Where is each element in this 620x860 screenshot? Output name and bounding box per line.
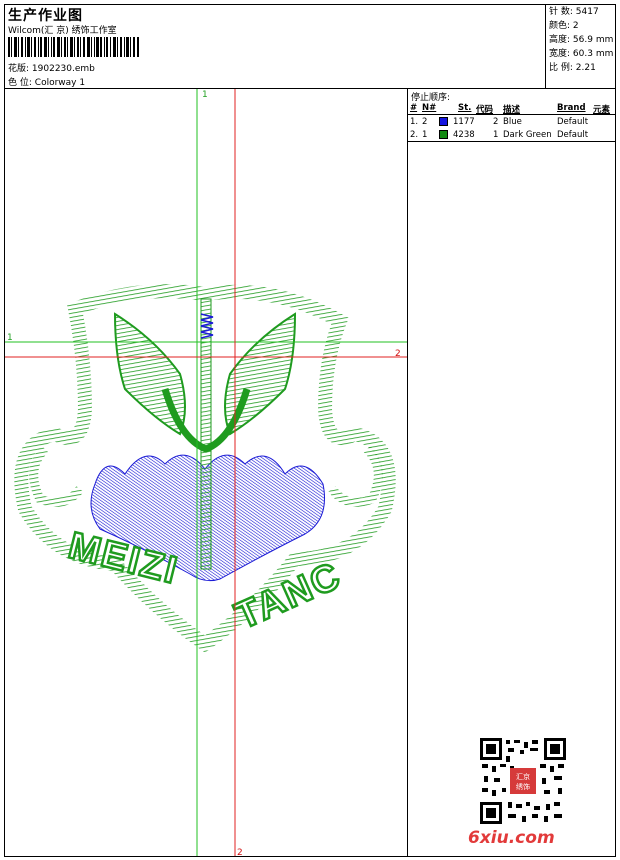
design-file-info: 花版: 1902230.emb: [8, 61, 95, 74]
stat-stitches: 针 数: 5417: [549, 7, 599, 17]
qr-code[interactable]: 汇京 绣饰: [480, 738, 566, 824]
embroidery-design: MEIZI TANC: [14, 284, 396, 653]
guide-label-green-top: 1: [202, 90, 208, 100]
svg-text:汇京: 汇京: [516, 772, 530, 781]
trident-shaft: [200, 298, 212, 570]
company-name: Wilcom(汇 京) 绣饰工作室: [8, 26, 117, 36]
guide-label-red-right: 2: [395, 349, 401, 359]
scroll-left: [29, 445, 84, 507]
guide-label-green-left: 1: [7, 333, 13, 343]
panel-divider: [407, 88, 408, 857]
barcode: [8, 37, 139, 57]
col-header-brand: Brand: [557, 103, 586, 113]
colorway-info: 色 位: Colorway 1: [8, 75, 85, 88]
table-row[interactable]: 1. 2 1177 2 Blue Default: [408, 116, 616, 129]
col-header-num: #: [410, 103, 418, 113]
design-file-name: 1902230.emb: [31, 64, 95, 74]
stat-colors: 颜色: 2: [549, 21, 579, 31]
scroll-right: [328, 445, 383, 507]
color-swatch-blue: [439, 117, 448, 126]
stats-divider: [545, 4, 546, 88]
stat-scale: 比 例: 2.21: [549, 63, 596, 73]
stat-width: 宽度: 60.3 mm: [549, 49, 614, 59]
stat-height: 高度: 56.9 mm: [549, 35, 614, 45]
watermark-logo: 6xiu.com: [468, 828, 555, 848]
col-header-st: St.: [458, 103, 472, 113]
guide-label-red-bottom: 2: [237, 848, 243, 856]
design-canvas[interactable]: MEIZI TANC 1 1 2 2: [5, 89, 407, 856]
table-header-line: [408, 114, 616, 115]
stop-sequence-title: 停止顺序:: [411, 93, 451, 103]
table-end-line: [408, 141, 616, 142]
colorway-label: 色 位:: [8, 78, 32, 88]
page-title: 生产作业图: [8, 8, 83, 24]
colorway-name: Colorway 1: [34, 78, 86, 88]
col-header-no: N#: [422, 103, 437, 113]
design-label: 花版:: [8, 64, 30, 74]
color-swatch-dark-green: [439, 130, 448, 139]
stats-panel: 针 数: 5417 颜色: 2 高度: 56.9 mm 宽度: 60.3 mm …: [549, 5, 613, 75]
svg-text:绣饰: 绣饰: [516, 782, 530, 791]
